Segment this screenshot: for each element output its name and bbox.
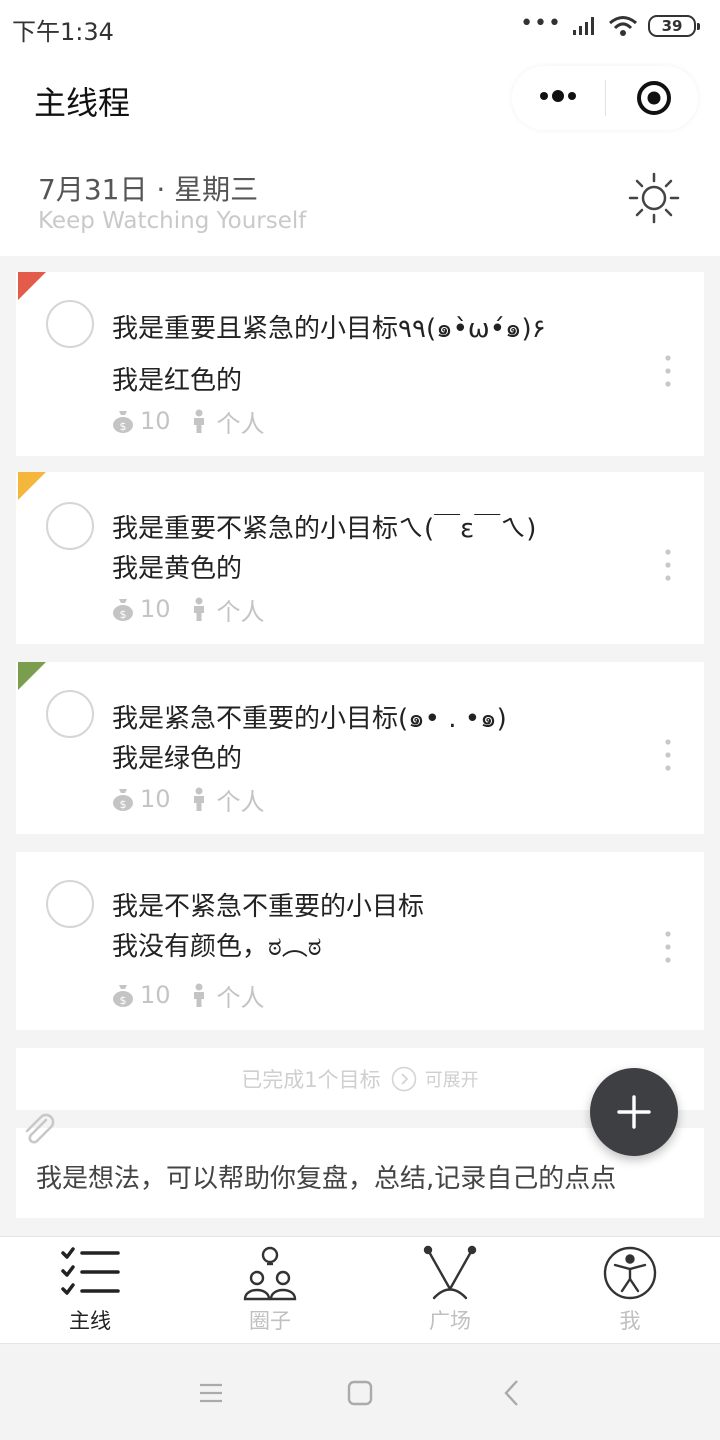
person-icon	[193, 597, 204, 621]
goal-card[interactable]: 我是重要不紧急的小目标ㄟ(￣ε￣ㄟ) 我是黄色的 $ 10 个人	[16, 472, 704, 644]
capsule-divider	[605, 80, 606, 116]
goal-checkbox[interactable]	[46, 300, 94, 348]
thought-text: 我是想法，可以帮助你复盘，总结,记录自己的点点	[36, 1164, 617, 1194]
checklist-icon	[61, 1247, 120, 1295]
back-icon[interactable]	[498, 1378, 528, 1408]
plus-icon	[617, 1095, 651, 1129]
home-square-icon[interactable]	[345, 1378, 375, 1408]
goal-points: 10	[140, 785, 171, 813]
goal-desc: 我是绿色的	[112, 744, 243, 774]
battery-icon: 39	[648, 15, 700, 37]
goal-meta: $ 10 个人	[112, 784, 265, 816]
person-icon	[193, 787, 204, 811]
goal-desc: 我是黄色的	[112, 554, 243, 584]
goal-meta: $ 10 个人	[112, 594, 265, 626]
goal-meta: $ 10 个人	[112, 406, 265, 438]
svg-text:$: $	[120, 994, 127, 1007]
goal-card[interactable]: 我是不紧急不重要的小目标 我没有颜色，ಠ︵ಠ $ 10 个人	[16, 852, 704, 1030]
accessibility-icon	[603, 1246, 657, 1300]
priority-flag-green	[18, 662, 46, 690]
more-vertical-icon[interactable]	[662, 354, 674, 388]
svg-text:$: $	[120, 420, 127, 433]
person-icon	[193, 983, 204, 1007]
tab-mainline[interactable]: 主线	[0, 1237, 180, 1345]
more-vertical-icon[interactable]	[662, 738, 674, 772]
tab-me[interactable]: 我	[540, 1237, 720, 1345]
more-options-icon[interactable]	[538, 84, 578, 108]
money-bag-icon: $	[113, 789, 133, 811]
completed-count: 已完成1个目标	[241, 1068, 381, 1092]
goal-checkbox[interactable]	[46, 690, 94, 738]
goal-desc: 我没有颜色，ಠ︵ಠ	[112, 932, 322, 962]
status-bar: 下午1:34 ••• 39	[0, 0, 720, 52]
goal-card[interactable]: 我是紧急不重要的小目标(๑• . •๑) 我是绿色的 $ 10 个人	[16, 662, 704, 834]
status-time: 下午1:34	[12, 18, 114, 46]
more-vertical-icon[interactable]	[662, 930, 674, 964]
date-subtitle: Keep Watching Yourself	[38, 208, 307, 234]
priority-flag-red	[18, 272, 46, 300]
tab-circle[interactable]: 圈子	[180, 1237, 360, 1345]
goal-points: 10	[140, 407, 171, 435]
goal-desc: 我是红色的	[112, 366, 243, 396]
tab-label: 广场	[429, 1309, 471, 1333]
goal-owner: 个人	[216, 983, 265, 1012]
close-miniprogram-icon[interactable]	[636, 80, 672, 116]
goal-owner: 个人	[216, 787, 265, 816]
status-icons: ••• 39	[520, 11, 700, 40]
title-bar: 主线程	[0, 52, 720, 146]
money-bag-icon: $	[113, 985, 133, 1007]
svg-text:$: $	[120, 608, 127, 621]
add-goal-button[interactable]	[590, 1068, 678, 1156]
antenna-icon	[423, 1245, 477, 1300]
more-vertical-icon[interactable]	[662, 548, 674, 582]
tab-label: 主线	[69, 1309, 111, 1333]
menu-icon[interactable]	[196, 1378, 226, 1408]
goal-meta: $ 10 个人	[112, 980, 265, 1012]
date-header: 7月31日 · 星期三 Keep Watching Yourself	[0, 146, 720, 256]
goal-card[interactable]: 我是重要且紧急的小目标٩٩(๑•̀ω•́๑)۶ 我是红色的 $ 10 个人	[16, 272, 704, 456]
paperclip-icon	[25, 1113, 55, 1144]
signal-bars-icon	[573, 17, 594, 35]
goal-points: 10	[140, 595, 171, 623]
date-text: 7月31日 · 星期三	[38, 173, 259, 206]
goal-title: 我是重要且紧急的小目标٩٩(๑•̀ω•́๑)۶	[112, 314, 546, 344]
tab-bar: 主线 圈子 广场 我	[0, 1236, 720, 1344]
money-bag-icon: $	[113, 599, 133, 621]
tab-square[interactable]: 广场	[360, 1237, 540, 1345]
goal-owner: 个人	[216, 597, 265, 626]
goal-owner: 个人	[216, 409, 265, 438]
group-idea-icon	[243, 1246, 297, 1301]
goal-title: 我是重要不紧急的小目标ㄟ(￣ε￣ㄟ)	[112, 514, 537, 544]
priority-flag-yellow	[18, 472, 46, 500]
system-nav-bar	[0, 1345, 720, 1440]
tab-label: 圈子	[249, 1309, 291, 1333]
chevron-right-circle-icon	[391, 1066, 416, 1092]
sun-icon[interactable]	[628, 172, 680, 224]
goal-title: 我是紧急不重要的小目标(๑• . •๑)	[112, 704, 507, 734]
money-bag-icon: $	[113, 411, 133, 433]
wifi-icon	[609, 16, 637, 36]
svg-text:$: $	[120, 798, 127, 811]
goal-checkbox[interactable]	[46, 502, 94, 550]
goal-title: 我是不紧急不重要的小目标	[112, 892, 425, 922]
capsule-menu	[512, 66, 698, 130]
person-icon	[193, 409, 204, 433]
expand-label: 可展开	[424, 1070, 479, 1091]
goal-checkbox[interactable]	[46, 880, 94, 928]
signal-dots-icon: •••	[520, 11, 562, 36]
page-title: 主线程	[34, 84, 131, 122]
tab-label: 我	[619, 1309, 641, 1333]
goal-points: 10	[140, 981, 171, 1009]
